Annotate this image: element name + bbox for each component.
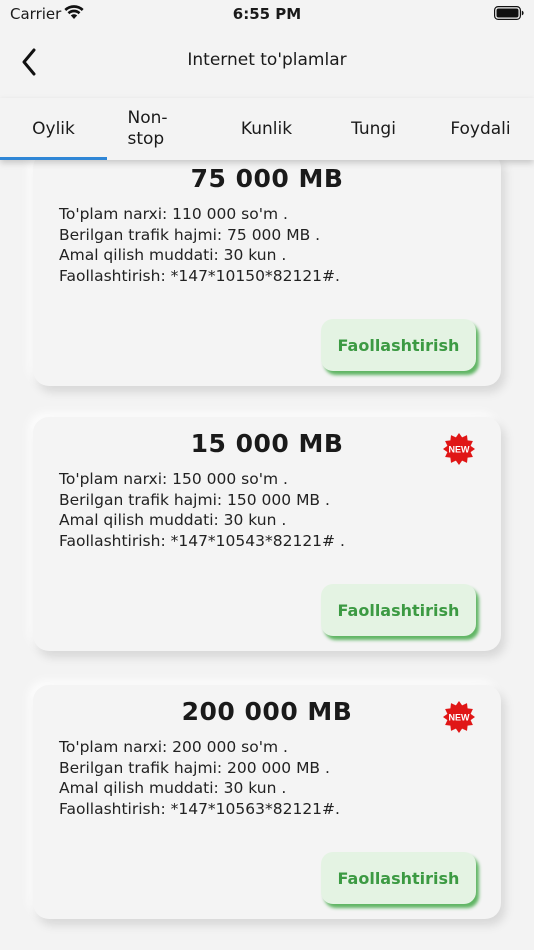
package-card: 15 000 MB NEW To'plam narxi: 150 000 so'… — [33, 417, 501, 651]
tab-label: Oylik — [32, 118, 75, 139]
tab-label: Non- stop — [127, 108, 168, 149]
battery-icon — [494, 6, 524, 20]
tab-oylik[interactable]: Oylik — [0, 98, 107, 160]
tab-tungi[interactable]: Tungi — [320, 98, 427, 160]
nav-bar: Internet to'plamlar — [0, 30, 534, 94]
activate-button[interactable]: Faollashtirish — [321, 852, 476, 904]
tab-foydali[interactable]: Foydali — [427, 98, 534, 160]
package-price: To'plam narxi: 110 000 so'm . — [59, 205, 288, 223]
package-activation-code: Faollashtirish: *147*10150*82121#. — [59, 266, 340, 285]
package-card: 75 000 MB To'plam narxi: 110 000 so'm . … — [33, 160, 501, 386]
new-badge-icon: NEW — [443, 701, 475, 733]
package-title: 15 000 MB — [190, 429, 344, 458]
tab-bar: Oylik Non- stop Kunlik Tungi Foydali — [0, 98, 534, 160]
screen: Carrier 6:55 PM Internet to'plamlar Oyli… — [0, 0, 534, 950]
tab-kunlik[interactable]: Kunlik — [213, 98, 320, 160]
package-duration: Amal qilish muddati: 30 kun . — [59, 246, 287, 264]
package-title: 75 000 MB — [190, 164, 344, 193]
package-traffic: Berilgan trafik hajmi: 150 000 MB . — [59, 490, 330, 509]
active-tab-indicator — [0, 157, 107, 160]
package-activation-code: Faollashtirish: *147*10563*82121#. — [59, 799, 340, 818]
package-activation-code: Faollashtirish: *147*10543*82121# . — [59, 531, 345, 550]
activate-button[interactable]: Faollashtirish — [321, 584, 476, 636]
tab-label: Tungi — [351, 118, 396, 139]
status-time: 6:55 PM — [232, 5, 302, 23]
package-details: To'plam narxi: 110 000 so'm . Berilgan t… — [59, 204, 340, 286]
package-details: To'plam narxi: 150 000 so'm . Berilgan t… — [59, 469, 345, 551]
package-traffic: Berilgan trafik hajmi: 75 000 MB . — [59, 225, 321, 244]
package-duration: Amal qilish muddati: 30 kun . — [59, 511, 287, 529]
status-bar: Carrier 6:55 PM — [0, 0, 534, 30]
new-badge-label: NEW — [449, 713, 471, 723]
tab-label: Foydali — [450, 118, 511, 139]
package-details: To'plam narxi: 200 000 so'm . Berilgan t… — [59, 737, 340, 819]
package-card: 200 000 MB NEW To'plam narxi: 200 000 so… — [33, 685, 501, 919]
activate-button[interactable]: Faollashtirish — [321, 319, 476, 371]
page-title: Internet to'plamlar — [187, 50, 347, 70]
package-price: To'plam narxi: 200 000 so'm . — [59, 738, 288, 756]
new-badge-icon: NEW — [443, 433, 475, 465]
package-title: 200 000 MB — [181, 697, 353, 726]
package-price: To'plam narxi: 150 000 so'm . — [59, 470, 288, 488]
package-list[interactable]: 75 000 MB To'plam narxi: 110 000 so'm . … — [0, 160, 534, 950]
tab-label: Kunlik — [240, 118, 293, 139]
tab-non-stop[interactable]: Non- stop — [94, 98, 201, 160]
new-badge-label: NEW — [449, 445, 471, 455]
package-duration: Amal qilish muddati: 30 kun . — [59, 779, 287, 797]
package-traffic: Berilgan trafik hajmi: 200 000 MB . — [59, 758, 330, 777]
